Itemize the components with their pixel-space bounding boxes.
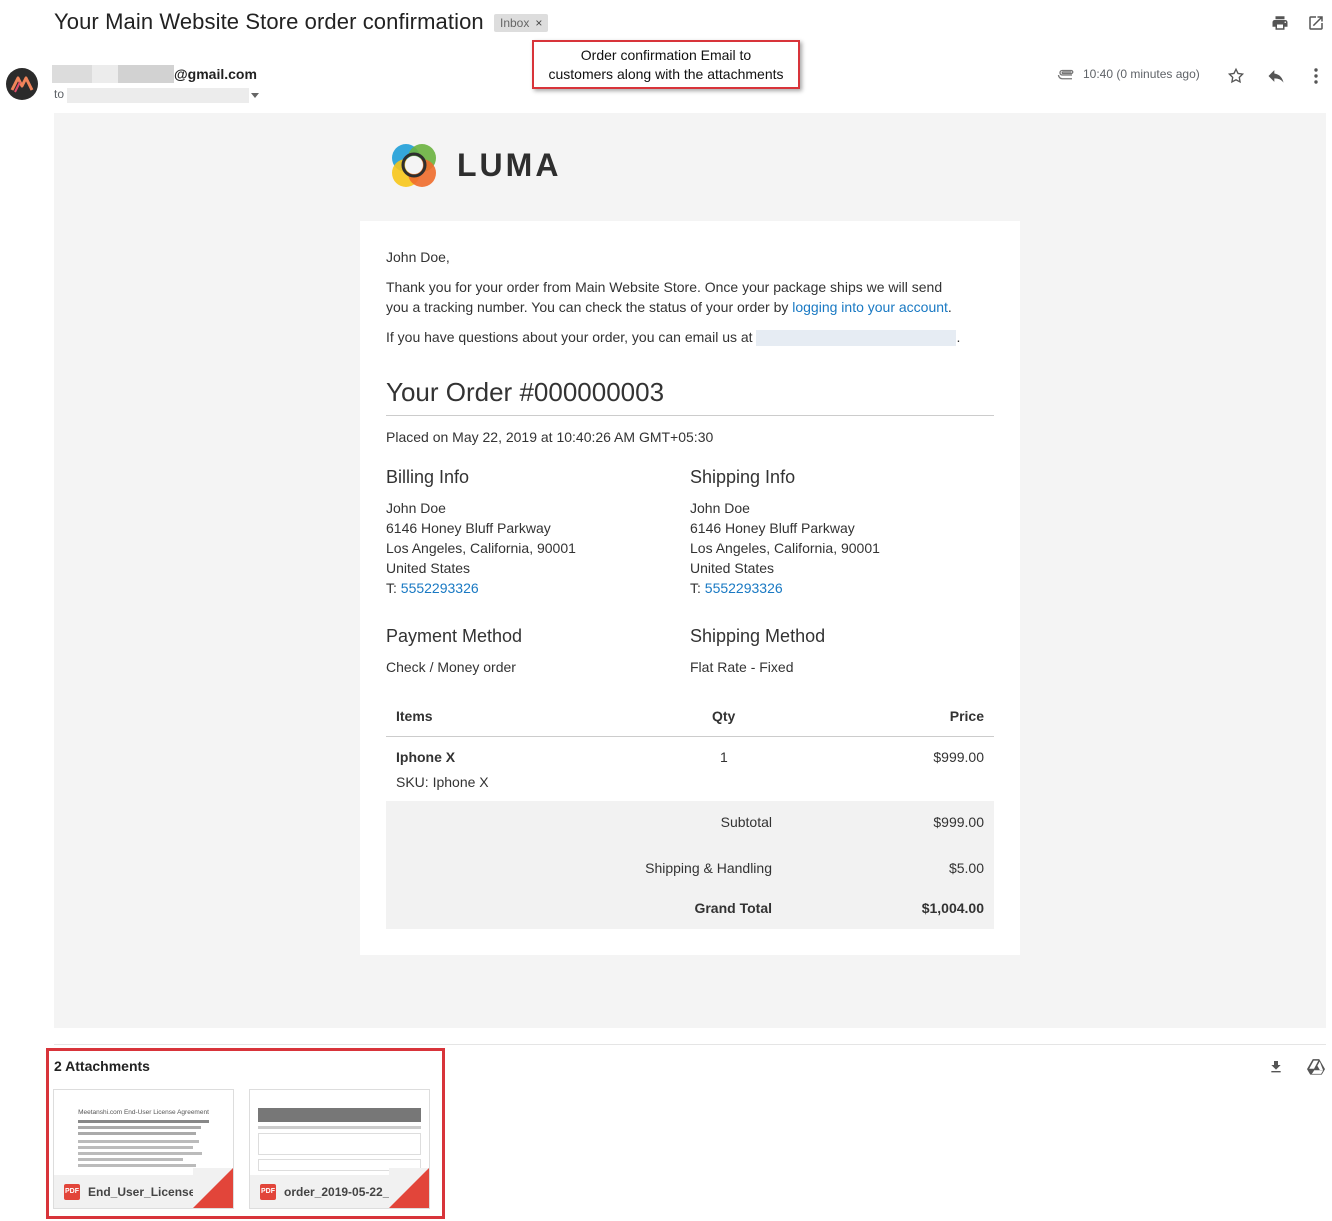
- shipping-phone-link[interactable]: 5552293326: [705, 580, 783, 596]
- pdf-corner-fold-icon: [389, 1168, 429, 1208]
- grand-total-label: Grand Total: [694, 900, 772, 916]
- pdf-corner-fold-icon: [193, 1168, 233, 1208]
- billing-city: Los Angeles, California, 90001: [386, 540, 576, 556]
- attachment-file-name: order_2019-05-22_...: [284, 1184, 400, 1199]
- account-login-link[interactable]: logging into your account: [792, 299, 948, 315]
- shipping-handling-label: Shipping & Handling: [645, 860, 772, 876]
- title-divider: [386, 415, 994, 416]
- payment-method-value: Check / Money order: [386, 659, 516, 675]
- shipping-info-heading: Shipping Info: [690, 467, 796, 487]
- greeting: John Doe,: [386, 249, 450, 265]
- shipping-method-value: Flat Rate - Fixed: [690, 659, 794, 675]
- thanks-text-1: Thank you for your order from Main Websi…: [386, 279, 943, 295]
- luma-logo-icon: [392, 144, 436, 187]
- subtotal-value: $999.00: [933, 814, 984, 830]
- store-email-redacted: [756, 330, 957, 347]
- order-title: Your Order #000000003: [386, 377, 665, 407]
- attachments-title: 2 Attachments: [54, 1058, 150, 1074]
- billing-address: John Doe 6146 Honey Bluff Parkway Los An…: [386, 498, 576, 598]
- shipping-phone-prefix: T:: [690, 580, 701, 596]
- more-vert-icon[interactable]: [1305, 65, 1327, 87]
- billing-info-heading: Billing Info: [386, 467, 470, 487]
- star-icon[interactable]: [1225, 65, 1247, 87]
- placed-on-text: Placed on May 22, 2019 at 10:40:26 AM GM…: [386, 429, 714, 445]
- attachment-preview-1: Meetanshi.com End-User License Agreement: [54, 1090, 233, 1167]
- questions-text: If you have questions about your order, …: [386, 329, 753, 345]
- items-column-header: Items: [396, 708, 433, 724]
- sender-email-domain: @gmail.com: [174, 66, 257, 82]
- shipping-phone-line: T: 5552293326: [690, 578, 880, 598]
- billing-phone-link[interactable]: 5552293326: [401, 580, 479, 596]
- recipient-redacted: [67, 88, 249, 103]
- billing-phone-prefix: T:: [386, 580, 397, 596]
- shipping-street: 6146 Honey Bluff Parkway: [690, 520, 855, 536]
- sender-name-redacted: [52, 65, 174, 83]
- grand-total-value: $1,004.00: [921, 900, 984, 916]
- item-name: Iphone X: [396, 749, 456, 765]
- remove-label-icon[interactable]: ×: [535, 16, 542, 30]
- pdf-file-icon: PDF: [64, 1183, 80, 1200]
- callout-line-1: Order confirmation Email to: [580, 47, 752, 63]
- luma-logo-text: LUMA: [457, 146, 562, 183]
- show-details-chevron-icon[interactable]: [251, 93, 259, 98]
- email-subject: Your Main Website Store order confirmati…: [54, 9, 484, 34]
- thanks-paragraph: Thank you for your order from Main Websi…: [386, 277, 996, 317]
- item-price: $999.00: [933, 749, 984, 765]
- thanks-period: .: [947, 299, 952, 315]
- preview-doc-title: Meetanshi.com End-User License Agreement: [78, 1109, 209, 1116]
- thanks-text-2: you a tracking number. You can check the…: [386, 299, 789, 315]
- shipping-method-heading: Shipping Method: [690, 626, 826, 646]
- shipping-name: John Doe: [690, 500, 750, 516]
- qty-column-header: Qty: [712, 708, 736, 724]
- attachment-clip-icon: [1057, 68, 1075, 87]
- email-timestamp: 10:40 (0 minutes ago): [1083, 67, 1200, 81]
- print-icon[interactable]: [1270, 13, 1290, 33]
- inbox-label-text: Inbox: [500, 16, 530, 30]
- inbox-label-chip[interactable]: Inbox ×: [494, 14, 549, 32]
- download-all-icon[interactable]: [1266, 1057, 1286, 1077]
- annotation-callout: Order confirmation Email to customers al…: [532, 40, 800, 89]
- attachment-card[interactable]: Meetanshi.com End-User License Agreement…: [53, 1089, 234, 1209]
- table-header-divider: [386, 736, 994, 737]
- shipping-city: Los Angeles, California, 90001: [690, 540, 880, 556]
- pdf-file-icon: PDF: [260, 1183, 276, 1200]
- attachments-divider: [54, 1044, 1326, 1045]
- payment-method-heading: Payment Method: [386, 626, 523, 646]
- billing-name: John Doe: [386, 500, 446, 516]
- luma-logo: LUMA: [387, 138, 561, 192]
- shipping-country: United States: [690, 560, 775, 576]
- billing-phone-line: T: 5552293326: [386, 578, 576, 598]
- billing-street: 6146 Honey Bluff Parkway: [386, 520, 551, 536]
- item-qty: 1: [720, 749, 728, 765]
- questions-period: .: [956, 329, 961, 345]
- subtotal-label: Subtotal: [720, 814, 772, 830]
- price-column-header: Price: [949, 708, 984, 724]
- attachment-preview-2: [250, 1090, 429, 1171]
- shipping-handling-value: $5.00: [948, 860, 984, 876]
- billing-country: United States: [386, 560, 471, 576]
- order-email-card: John Doe, Thank you for your order from …: [360, 221, 1020, 955]
- drive-icon[interactable]: [1306, 1057, 1326, 1077]
- to-label: to: [54, 87, 65, 101]
- item-sku: SKU: Iphone X: [396, 774, 489, 790]
- email-content-area: LUMA John Doe, Thank you for your order …: [54, 113, 1326, 1028]
- callout-line-2: customers along with the attachments: [548, 66, 784, 82]
- sender-avatar[interactable]: [6, 68, 38, 100]
- reply-icon[interactable]: [1265, 65, 1287, 87]
- attachment-card[interactable]: PDF order_2019-05-22_...: [249, 1089, 430, 1209]
- open-new-window-icon[interactable]: [1306, 13, 1326, 33]
- questions-paragraph: If you have questions about your order, …: [386, 327, 960, 347]
- shipping-address: John Doe 6146 Honey Bluff Parkway Los An…: [690, 498, 880, 598]
